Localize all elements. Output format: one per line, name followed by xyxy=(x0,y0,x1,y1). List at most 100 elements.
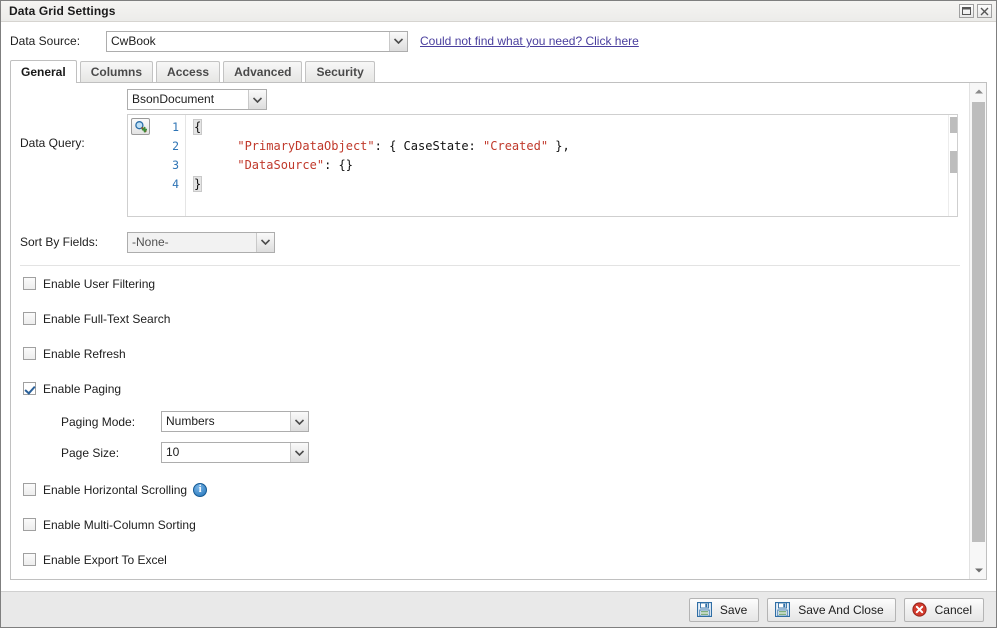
checkbox-enable-multi-column-sorting[interactable] xyxy=(23,518,36,531)
option-label: Enable Export To Excel xyxy=(43,552,167,567)
chevron-down-icon xyxy=(389,31,407,51)
option-enable-paging[interactable]: Enable Paging xyxy=(11,371,969,406)
cancel-button-label: Cancel xyxy=(934,602,972,617)
checkbox-enable-refresh[interactable] xyxy=(23,347,36,360)
chevron-down-icon xyxy=(290,412,308,431)
data-source-combo[interactable]: CwBook xyxy=(106,30,408,52)
data-query-row: Data Query: 1 2 3 4 {"PrimaryDataObject… xyxy=(11,110,969,217)
line-number: 3 xyxy=(172,158,179,172)
option-enable-horizontal-scrolling[interactable]: Enable Horizontal Scrolling i xyxy=(11,472,969,507)
sort-by-value: -None- xyxy=(132,234,169,249)
sort-by-combo[interactable]: -None- xyxy=(127,231,275,253)
query-type-row: BsonDocument xyxy=(11,83,969,110)
data-grid-settings-window: Data Grid Settings Data Source: CwBook C… xyxy=(0,0,997,628)
tab-columns[interactable]: Columns xyxy=(79,61,154,82)
save-button[interactable]: Save xyxy=(688,597,760,622)
checkbox-enable-export-to-excel[interactable] xyxy=(23,553,36,566)
option-enable-full-text-search[interactable]: Enable Full-Text Search xyxy=(11,301,969,336)
save-and-close-button-label: Save And Close xyxy=(798,602,884,617)
tab-security[interactable]: Security xyxy=(305,61,375,82)
data-source-row: Data Source: CwBook Could not find what … xyxy=(1,22,996,60)
tab-advanced[interactable]: Advanced xyxy=(223,61,303,82)
paging-mode-combo[interactable]: Numbers xyxy=(161,411,309,432)
checkbox-enable-user-filtering[interactable] xyxy=(23,277,36,290)
save-and-close-button[interactable]: Save And Close xyxy=(767,597,896,622)
code-plain: }, xyxy=(548,139,570,153)
could-not-find-link[interactable]: Could not find what you need? Click here xyxy=(420,34,639,48)
editor-scroll-thumb[interactable] xyxy=(950,151,957,173)
editor-gutter: 1 2 3 4 xyxy=(128,115,186,216)
option-enable-refresh[interactable]: Enable Refresh xyxy=(11,336,969,371)
footer-button-bar: Save Save And Close Cancel xyxy=(1,591,996,627)
save-button-label: Save xyxy=(719,602,748,617)
restore-icon xyxy=(962,7,971,15)
option-enable-export-to-excel[interactable]: Enable Export To Excel xyxy=(11,542,969,577)
tab-access[interactable]: Access xyxy=(156,61,221,82)
data-source-label: Data Source: xyxy=(10,34,81,48)
option-label: Enable Multi-Column Sorting xyxy=(43,517,196,532)
close-window-button[interactable] xyxy=(977,4,992,18)
tab-strip: General Columns Access Advanced Security xyxy=(10,60,987,83)
sort-by-row: Sort By Fields: -None- xyxy=(11,217,969,257)
code-line-2: "PrimaryDataObject": { CaseState: "Creat… xyxy=(194,137,957,156)
checkbox-enable-paging[interactable] xyxy=(23,382,36,395)
code-string: "PrimaryDataObject" xyxy=(237,139,375,153)
title-bar: Data Grid Settings xyxy=(1,1,996,22)
cancel-button[interactable]: Cancel xyxy=(903,597,984,622)
option-label: Enable Paging xyxy=(43,381,122,396)
chevron-down-icon xyxy=(256,232,274,252)
option-enable-user-filtering[interactable]: Enable User Filtering xyxy=(11,266,969,301)
page-size-combo[interactable]: 10 xyxy=(161,442,309,463)
code-line-4: } xyxy=(192,175,957,194)
checkbox-enable-horizontal-scrolling[interactable] xyxy=(23,483,36,496)
window-title: Data Grid Settings xyxy=(9,4,116,18)
info-icon[interactable]: i xyxy=(193,482,208,497)
query-type-value: BsonDocument xyxy=(132,92,215,106)
floppy-save-icon xyxy=(775,602,791,617)
general-tab-content: BsonDocument Data Query: 1 2 3 4 {"Prim… xyxy=(11,83,969,579)
code-plain: : {} xyxy=(324,158,353,172)
editor-scroll-thumb-top[interactable] xyxy=(950,117,957,133)
option-label: Enable User Filtering xyxy=(43,276,156,291)
paging-mode-label: Paging Mode: xyxy=(61,414,136,429)
sort-by-label: Sort By Fields: xyxy=(20,235,99,249)
paging-mode-value: Numbers xyxy=(166,414,215,428)
general-tab-panel: BsonDocument Data Query: 1 2 3 4 {"Prim… xyxy=(10,83,987,580)
paging-mode-row: Paging Mode: Numbers xyxy=(11,406,969,437)
scroll-down-button[interactable] xyxy=(970,562,986,579)
line-number: 4 xyxy=(172,177,179,191)
close-icon xyxy=(980,7,989,15)
restore-window-button[interactable] xyxy=(959,4,974,18)
code-string: "DataSource" xyxy=(237,158,325,172)
tab-general[interactable]: General xyxy=(10,60,77,83)
scroll-up-button[interactable] xyxy=(970,83,986,100)
code-line-3: "DataSource": {} xyxy=(194,156,957,175)
code-string: "Created" xyxy=(483,139,549,153)
editor-vertical-scrollbar[interactable] xyxy=(948,115,957,216)
close-brace: } xyxy=(192,176,203,192)
chevron-down-icon xyxy=(290,443,308,462)
magnifier-plus-icon[interactable] xyxy=(131,118,150,135)
query-type-combo[interactable]: BsonDocument xyxy=(127,89,267,110)
option-enable-multi-column-sorting[interactable]: Enable Multi-Column Sorting xyxy=(11,507,969,542)
option-label: Enable Refresh xyxy=(43,346,126,361)
checkbox-enable-full-text-search[interactable] xyxy=(23,312,36,325)
data-source-value: CwBook xyxy=(111,33,156,48)
code-line-1: { xyxy=(192,118,957,137)
page-size-row: Page Size: 10 xyxy=(11,437,969,468)
data-query-label: Data Query: xyxy=(20,136,85,150)
panel-vertical-scrollbar[interactable] xyxy=(969,83,986,579)
option-label: Enable Horizontal Scrolling xyxy=(43,482,188,497)
editor-code-area[interactable]: { "PrimaryDataObject": { CaseState: "Cre… xyxy=(186,115,957,216)
page-size-label: Page Size: xyxy=(61,445,120,460)
code-plain: : { CaseState: xyxy=(374,139,484,153)
page-size-value: 10 xyxy=(166,445,180,459)
scroll-thumb[interactable] xyxy=(972,102,985,542)
line-number: 2 xyxy=(172,139,179,153)
floppy-save-icon xyxy=(696,602,712,617)
chevron-down-icon xyxy=(248,90,266,109)
window-body: Data Source: CwBook Could not find what … xyxy=(1,22,996,591)
data-query-editor[interactable]: 1 2 3 4 { "PrimaryDataObject": { CaseSta… xyxy=(127,114,958,217)
open-brace: { xyxy=(192,119,203,135)
option-label: Enable Full-Text Search xyxy=(43,311,171,326)
